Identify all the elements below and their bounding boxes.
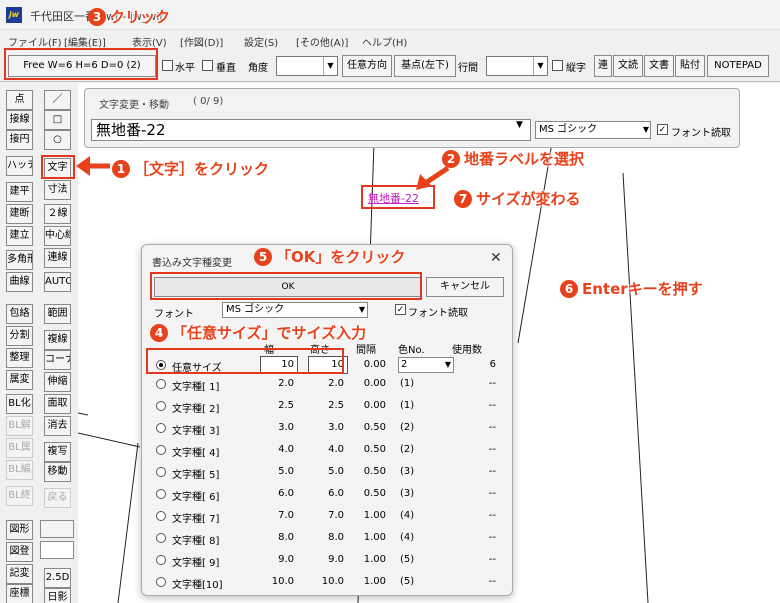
annotation-step-3: 3 クリック <box>88 6 170 27</box>
annotation-step-2: 2 地番ラベルを選択 <box>442 148 584 169</box>
annotation-text: 地番ラベルを選択 <box>464 150 585 168</box>
step-number: 7 <box>454 190 472 208</box>
step-number: 1 <box>112 160 130 178</box>
annotation-step-6: 6 Enterキーを押す <box>560 278 703 299</box>
annotation-step-7: 7 サイズが変わる <box>454 188 581 209</box>
annotation-text: Enterキーを押す <box>582 280 703 298</box>
annotation-step-1: 1 ［文字］をクリック <box>112 158 269 179</box>
step-number: 2 <box>442 150 460 168</box>
step-number: 4 <box>150 324 168 342</box>
annotation-text: クリック <box>110 8 171 26</box>
annotation-text: サイズが変わる <box>476 190 581 208</box>
annotation-step-5: 5 「OK」をクリック <box>254 246 405 267</box>
arrow-text-tool-head <box>76 156 90 176</box>
annotation-text: 「OK」をクリック <box>276 248 406 266</box>
annotation-step-4: 4 「任意サイズ」でサイズ入力 <box>150 322 366 343</box>
step-number: 5 <box>254 248 272 266</box>
step-number: 3 <box>88 8 106 26</box>
annotation-text: ［文字］をクリック <box>134 160 270 178</box>
annotation-arrows <box>76 156 450 190</box>
annotation-text: 「任意サイズ」でサイズ入力 <box>172 324 367 342</box>
step-number: 6 <box>560 280 578 298</box>
